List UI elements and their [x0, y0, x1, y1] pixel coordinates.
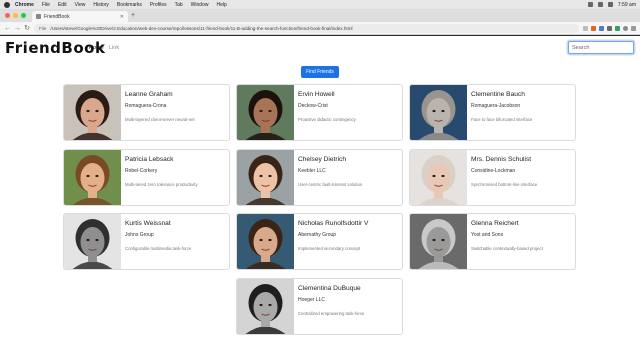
friend-name: Nicholas Runolfsdottir V — [298, 220, 369, 227]
friend-name: Leanne Graham — [125, 91, 173, 98]
friend-catchphrase: Centralized empowering task-force — [298, 311, 365, 316]
nav-link-link[interactable]: Link — [109, 45, 119, 51]
friend-avatar — [64, 214, 121, 269]
nav-link-home[interactable]: Home — [89, 45, 104, 51]
friend-catchphrase: Face to face bifurcated interface — [471, 117, 533, 122]
window-controls — [5, 13, 26, 18]
friend-company: Deckow-Crist — [298, 103, 328, 109]
menu-tab[interactable]: Tab — [175, 2, 183, 8]
friend-catchphrase: Multi-tiered zero tolerance productivity — [125, 182, 198, 187]
friend-company: Considine-Lockman — [471, 168, 516, 174]
friend-avatar — [237, 85, 294, 140]
extension-icon[interactable] — [599, 25, 604, 31]
friend-catchphrase: User-centric fault-tolerant solution — [298, 182, 363, 187]
friend-company: Romaguera-Jacobson — [471, 103, 521, 109]
friend-avatar — [410, 85, 467, 140]
minimize-window-icon[interactable] — [13, 13, 18, 18]
friend-name: Kurtis Weissnat — [125, 220, 171, 227]
friend-name: Mrs. Dennis Schulist — [471, 156, 532, 163]
friend-avatar — [64, 150, 121, 205]
browser-toolbar: ← → ↻ File /Users/steve/Google%20Drive/2… — [0, 22, 640, 35]
friend-catchphrase: Configurable multimedia task-force — [125, 246, 192, 251]
forward-arrow-icon[interactable]: → — [14, 25, 21, 32]
friend-catchphrase: Switchable contextually-based project — [471, 246, 543, 251]
menu-profiles[interactable]: Profiles — [150, 2, 167, 8]
back-arrow-icon[interactable]: ← — [4, 25, 11, 32]
friend-card[interactable]: Mrs. Dennis Schulist Considine-Lockman Syn… — [409, 149, 576, 206]
macos-menu-bar: Chrome File Edit View History Bookmarks … — [0, 0, 640, 9]
zoom-window-icon[interactable] — [21, 13, 26, 18]
friend-company: Romaguera-Crona — [125, 103, 167, 109]
friend-avatar — [237, 150, 294, 205]
friend-avatar — [237, 279, 294, 334]
extension-icon[interactable] — [591, 25, 596, 31]
web-page: FriendBook Home Link Find Friends Leanne… — [0, 36, 640, 360]
friend-card[interactable]: Clementine Bauch Romaguera-Jacobson Face t… — [409, 84, 576, 141]
friend-catchphrase: Implemented secondary concept — [298, 246, 361, 251]
extension-icon[interactable] — [607, 25, 612, 31]
friend-card[interactable]: Kurtis Weissnat Johns Group Configurable m… — [63, 213, 230, 270]
site-navbar: FriendBook Home Link — [0, 36, 640, 62]
profile-avatar-icon[interactable] — [623, 25, 628, 31]
menu-history[interactable]: History — [93, 2, 109, 8]
friend-card[interactable]: Leanne Graham Romaguera-Crona Multi-layere… — [63, 84, 230, 141]
friend-company: Abernathy Group — [298, 232, 337, 238]
menu-view[interactable]: View — [75, 2, 86, 8]
apple-icon[interactable] — [4, 1, 10, 8]
menu-file[interactable]: File — [42, 2, 50, 8]
menu-clock[interactable]: 7:59 am — [618, 2, 636, 8]
extension-icon[interactable] — [615, 25, 620, 31]
url-scheme-label: File — [39, 25, 47, 31]
friend-avatar — [237, 214, 294, 269]
friend-card[interactable]: Glenna Reichert Yost and Sons Switchable c… — [409, 213, 576, 270]
friend-card[interactable]: Nicholas Runolfsdottir V Abernathy Group I… — [236, 213, 403, 270]
friend-card[interactable]: Chelsey Dietrich Keebler LLC User-centric … — [236, 149, 403, 206]
new-tab-icon[interactable]: + — [131, 12, 135, 19]
friend-name: Clementine Bauch — [471, 91, 525, 98]
close-tab-icon[interactable]: ✕ — [120, 14, 124, 20]
tab-title: FriendBook — [44, 13, 70, 20]
browser-tab-strip: FriendBook ✕ + — [0, 9, 640, 22]
friend-name: Patricia Lebsack — [125, 156, 174, 163]
menu-window[interactable]: Window — [191, 2, 209, 8]
friend-company: Robel-Corkery — [125, 168, 158, 174]
friend-name: Clementina DuBuque — [298, 285, 361, 292]
friend-company: Keebler LLC — [298, 168, 326, 174]
find-friends-button[interactable]: Find Friends — [301, 66, 339, 78]
more-menu-icon[interactable] — [631, 25, 636, 31]
close-window-icon[interactable] — [5, 13, 10, 18]
friend-company: Johns Group — [125, 232, 154, 238]
star-icon[interactable] — [583, 25, 588, 31]
friend-name: Chelsey Dietrich — [298, 156, 347, 163]
menu-help[interactable]: Help — [216, 2, 226, 8]
extensions-area — [583, 25, 636, 31]
browser-tab-friendbook[interactable]: FriendBook ✕ — [32, 11, 128, 22]
battery-icon[interactable] — [597, 2, 603, 7]
friend-catchphrase: Multi-layered client-server neural-net — [125, 117, 195, 122]
friend-catchphrase: Proactive didactic contingency — [298, 117, 356, 122]
favicon-icon — [36, 14, 41, 19]
friend-avatar — [64, 85, 121, 140]
friend-card[interactable]: Ervin Howell Deckow-Crist Proactive didact… — [236, 84, 403, 141]
friend-avatar — [410, 214, 467, 269]
reload-icon[interactable]: ↻ — [24, 24, 30, 32]
url-text: /Users/steve/Google%20Drive/2.Education/… — [50, 25, 353, 31]
wifi-icon[interactable] — [587, 2, 593, 7]
address-bar[interactable]: File /Users/steve/Google%20Drive/2.Educa… — [34, 23, 579, 33]
friend-name: Glenna Reichert — [471, 220, 519, 227]
menu-bookmarks[interactable]: Bookmarks — [117, 2, 142, 8]
friend-card[interactable]: Clementina DuBuque Hoeger LLC Centralized … — [236, 278, 403, 335]
friend-company: Hoeger LLC — [298, 297, 325, 303]
friend-catchphrase: Synchronised bottom-line interface — [471, 182, 538, 187]
menu-edit[interactable]: Edit — [58, 2, 67, 8]
friend-avatar — [410, 150, 467, 205]
menu-app-name[interactable]: Chrome — [15, 2, 34, 8]
friend-name: Ervin Howell — [298, 91, 335, 98]
spotlight-icon[interactable] — [607, 2, 613, 7]
friend-company: Yost and Sons — [471, 232, 504, 238]
search-input[interactable] — [568, 41, 634, 54]
friend-card[interactable]: Patricia Lebsack Robel-Corkery Multi-tiere… — [63, 149, 230, 206]
